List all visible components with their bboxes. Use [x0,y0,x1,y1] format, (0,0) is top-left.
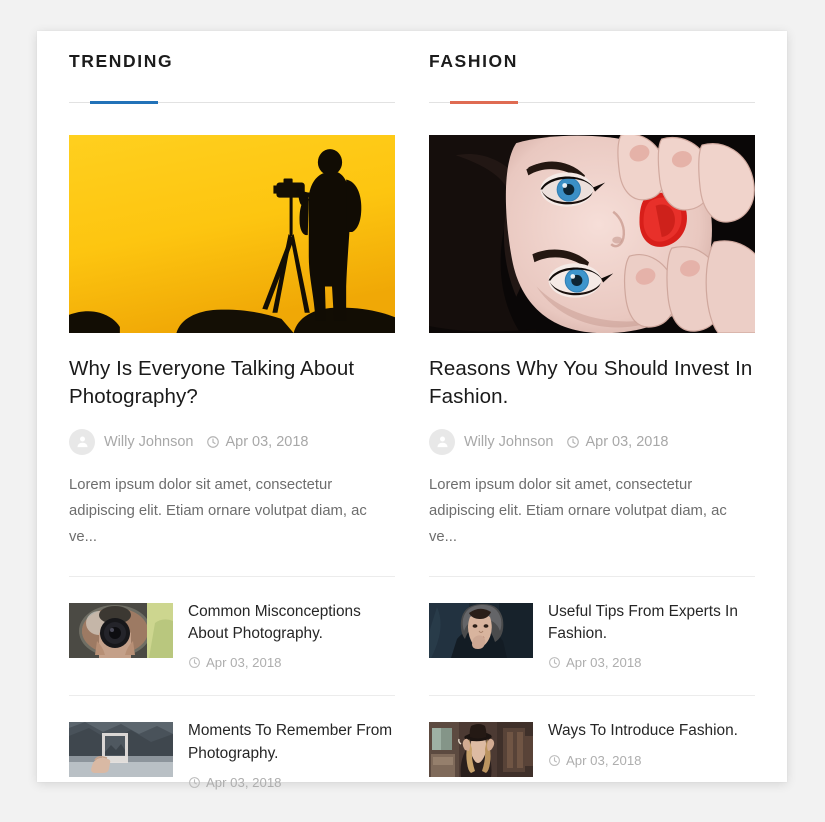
clock-icon [206,435,220,449]
section-accent-bar-fashion [450,100,518,104]
list-item-date-text: Apr 03, 2018 [566,752,642,768]
list-thumbnail [69,602,173,658]
clock-icon [188,656,201,669]
woman-hat-vintage-interior-icon [429,722,533,778]
list-body: Common Misconceptions About Photography.… [188,601,395,671]
featured-image-trending[interactable] [69,135,395,333]
column-trending: TRENDING Why Is Everyone Talking About P… [52,31,412,790]
widget-card: TRENDING Why Is Everyone Talking About P… [37,31,787,790]
list-item-date: Apr 03, 2018 [548,753,755,768]
columns-container: TRENDING Why Is Everyone Talking About P… [52,31,772,790]
clock-icon [566,435,580,449]
clock-icon [548,656,561,669]
featured-meta-trending: Willy Johnson Apr 03, 2018 [69,428,395,455]
section-title-trending: TRENDING [69,51,174,71]
woman-portrait-blue-eyes-red-lips-icon [429,135,755,333]
section-title-fashion: FASHION [429,51,518,71]
featured-date-fashion: Apr 03, 2018 [566,433,669,450]
section-header-fashion: FASHION [429,31,755,104]
section-accent-bar-trending [90,100,158,104]
section-rule-fashion [429,100,755,104]
photographer-silhouette-tripod-yellow-sky-icon [69,135,395,333]
user-avatar-icon [429,428,455,455]
photographer-shooting-through-car-mirror-icon [69,602,173,658]
woman-fur-hood-winter-coat-icon [429,602,533,658]
featured-author-fashion: Willy Johnson [464,433,554,450]
list-thumbnail [429,602,533,658]
list-item[interactable]: Common Misconceptions About Photography.… [69,575,395,671]
list-item-date-text: Apr 03, 2018 [206,774,282,790]
list-body: Useful Tips From Experts In Fashion. Apr… [548,601,755,671]
featured-date-text-fashion: Apr 03, 2018 [585,433,669,450]
list-item-title[interactable]: Common Misconceptions About Photography. [188,603,361,642]
list-item[interactable]: Useful Tips From Experts In Fashion. Apr… [429,575,755,671]
featured-excerpt-trending: Lorem ipsum dolor sit amet, consectetur … [69,476,367,546]
featured-author-trending: Willy Johnson [104,433,194,450]
list-item-date-text: Apr 03, 2018 [566,655,642,671]
section-rule-trending [69,100,395,104]
list-item[interactable]: Ways To Introduce Fashion. Apr 03, 2018 [429,695,755,778]
clock-icon [548,754,561,767]
list-item-date: Apr 03, 2018 [188,775,395,790]
list-item-date: Apr 03, 2018 [188,655,395,670]
featured-image-fashion[interactable] [429,135,755,333]
list-item-date-text: Apr 03, 2018 [206,655,282,671]
featured-excerpt-fashion: Lorem ipsum dolor sit amet, consectetur … [429,476,727,546]
list-item-title[interactable]: Moments To Remember From Photography. [188,722,392,761]
section-header-trending: TRENDING [69,31,395,104]
list-item-title[interactable]: Useful Tips From Experts In Fashion. [548,603,738,642]
hand-holding-instant-photo-mountain-icon [69,722,173,778]
featured-date-trending: Apr 03, 2018 [206,433,309,450]
featured-date-text-trending: Apr 03, 2018 [225,433,309,450]
column-fashion: FASHION Reasons Why You Should Invest In… [412,31,772,782]
user-avatar-icon [69,428,95,455]
list-thumbnail [429,722,533,778]
featured-title-trending[interactable]: Why Is Everyone Talking About Photograph… [69,355,395,412]
list-body: Moments To Remember From Photography. Ap… [188,720,395,790]
list-item-title[interactable]: Ways To Introduce Fashion. [548,722,738,739]
clock-icon [188,776,201,789]
list-item[interactable]: Moments To Remember From Photography. Ap… [69,695,395,790]
featured-meta-fashion: Willy Johnson Apr 03, 2018 [429,428,755,455]
list-item-date: Apr 03, 2018 [548,655,755,670]
list-body: Ways To Introduce Fashion. Apr 03, 2018 [548,720,755,767]
featured-title-fashion[interactable]: Reasons Why You Should Invest In Fashion… [429,355,755,412]
page-root: TRENDING Why Is Everyone Talking About P… [0,0,825,822]
list-thumbnail [69,722,173,778]
